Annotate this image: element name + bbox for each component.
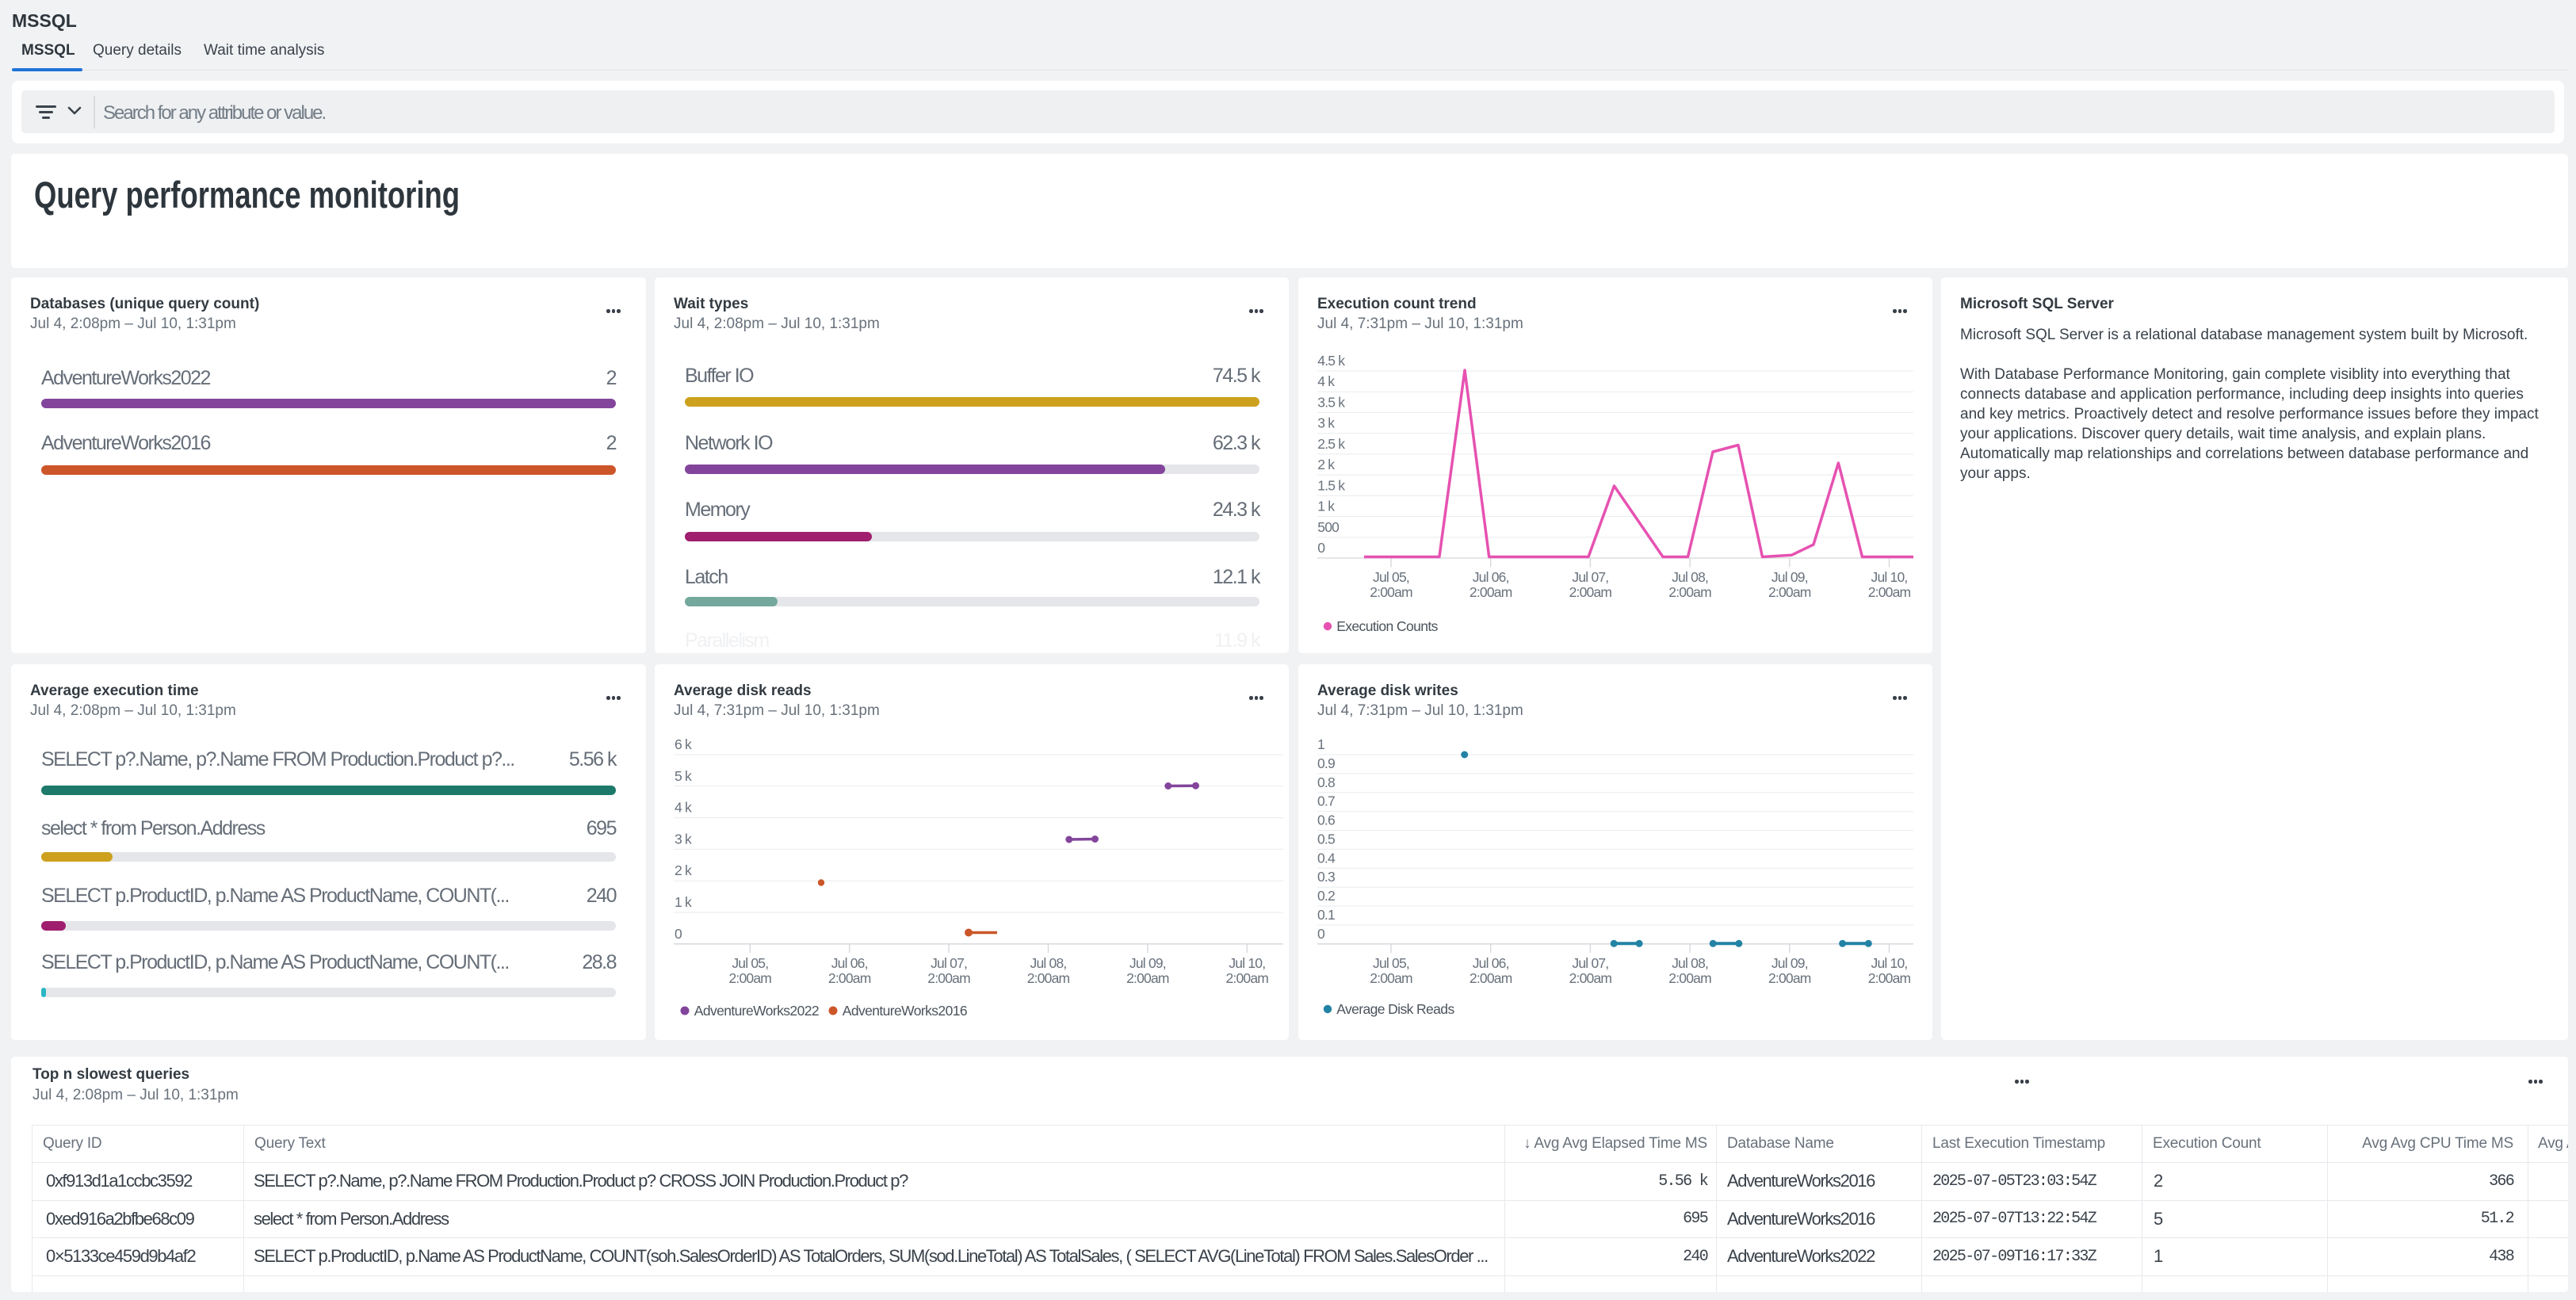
svg-text:2:00am: 2:00am [1370, 584, 1412, 600]
svg-text:AdventureWorks2016: AdventureWorks2016 [843, 1003, 967, 1019]
svg-text:Jul 05,: Jul 05, [1373, 569, 1409, 585]
svg-text:2:00am: 2:00am [1226, 970, 1269, 986]
svg-text:Jul 09,: Jul 09, [1771, 955, 1808, 971]
svg-text:2:00am: 2:00am [1868, 584, 1911, 600]
svg-text:2:00am: 2:00am [927, 970, 970, 986]
svg-text:5 k: 5 k [675, 768, 692, 784]
svg-text:2:00am: 2:00am [1027, 970, 1070, 986]
svg-text:2:00am: 2:00am [1868, 970, 1911, 986]
svg-text:1 k: 1 k [1317, 499, 1335, 514]
svg-text:Jul 10,: Jul 10, [1871, 569, 1908, 585]
svg-text:4 k: 4 k [675, 800, 692, 816]
svg-text:0.8: 0.8 [1317, 774, 1335, 790]
svg-text:Jul 09,: Jul 09, [1129, 955, 1166, 971]
svg-text:2:00am: 2:00am [1668, 584, 1711, 600]
svg-text:0: 0 [675, 926, 682, 942]
svg-text:3 k: 3 k [1317, 415, 1335, 431]
svg-text:2.5 k: 2.5 k [1317, 436, 1345, 452]
svg-text:2:00am: 2:00am [1470, 970, 1512, 986]
svg-text:500: 500 [1317, 519, 1340, 535]
svg-text:Jul 09,: Jul 09, [1771, 569, 1808, 585]
svg-text:Jul 07,: Jul 07, [1572, 569, 1608, 585]
svg-text:4 k: 4 k [1317, 373, 1335, 389]
svg-text:Jul 08,: Jul 08, [1672, 955, 1708, 971]
svg-text:Jul 05,: Jul 05, [732, 955, 768, 971]
svg-text:0.3: 0.3 [1317, 869, 1335, 885]
svg-text:1 k: 1 k [675, 894, 692, 910]
svg-text:0.6: 0.6 [1317, 812, 1335, 828]
svg-text:2:00am: 2:00am [1470, 584, 1512, 600]
svg-text:2 k: 2 k [1317, 457, 1335, 472]
svg-text:2:00am: 2:00am [1126, 970, 1169, 986]
svg-text:0.1: 0.1 [1317, 907, 1335, 923]
svg-text:0.4: 0.4 [1317, 850, 1336, 866]
svg-text:Jul 10,: Jul 10, [1229, 955, 1265, 971]
svg-text:0: 0 [1317, 540, 1325, 556]
svg-text:1: 1 [1317, 736, 1324, 752]
svg-text:0: 0 [1317, 926, 1325, 942]
svg-text:6 k: 6 k [675, 736, 692, 752]
svg-text:2:00am: 2:00am [1370, 970, 1412, 986]
svg-text:Jul 08,: Jul 08, [1030, 955, 1067, 971]
svg-text:Average Disk Reads: Average Disk Reads [1336, 1001, 1454, 1017]
svg-text:4.5 k: 4.5 k [1317, 353, 1345, 369]
svg-text:2:00am: 2:00am [1768, 970, 1811, 986]
svg-text:Jul 08,: Jul 08, [1672, 569, 1708, 585]
svg-text:2 k: 2 k [675, 862, 692, 878]
svg-text:3.5 k: 3.5 k [1317, 394, 1345, 410]
svg-text:Jul 05,: Jul 05, [1373, 955, 1409, 971]
svg-text:Jul 06,: Jul 06, [1473, 955, 1509, 971]
svg-text:2:00am: 2:00am [1668, 970, 1711, 986]
svg-text:2:00am: 2:00am [828, 970, 871, 986]
svg-text:2:00am: 2:00am [1569, 584, 1612, 600]
svg-text:Jul 07,: Jul 07, [1572, 955, 1608, 971]
svg-text:Jul 06,: Jul 06, [831, 955, 868, 971]
svg-text:1.5 k: 1.5 k [1317, 477, 1345, 493]
svg-text:Execution Counts: Execution Counts [1336, 618, 1438, 634]
svg-text:0.7: 0.7 [1317, 793, 1335, 809]
svg-text:2:00am: 2:00am [1768, 584, 1811, 600]
svg-text:3 k: 3 k [675, 831, 692, 847]
svg-text:Jul 06,: Jul 06, [1473, 569, 1509, 585]
svg-text:AdventureWorks2022: AdventureWorks2022 [694, 1003, 819, 1019]
svg-text:Jul 07,: Jul 07, [931, 955, 967, 971]
svg-text:0.2: 0.2 [1317, 888, 1335, 904]
svg-text:0.5: 0.5 [1317, 831, 1335, 847]
svg-text:Jul 10,: Jul 10, [1871, 955, 1908, 971]
svg-text:2:00am: 2:00am [729, 970, 772, 986]
svg-text:0.9: 0.9 [1317, 755, 1335, 771]
svg-text:2:00am: 2:00am [1569, 970, 1612, 986]
